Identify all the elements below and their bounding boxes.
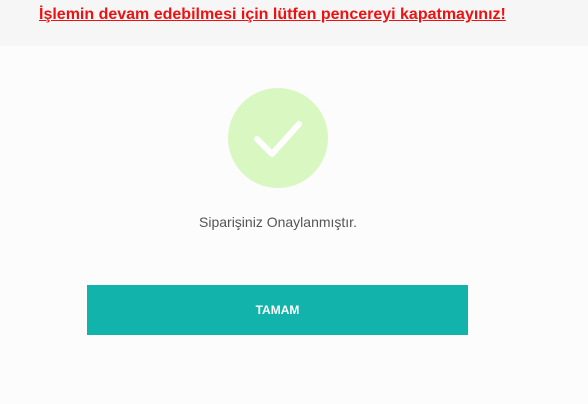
success-status-icon bbox=[228, 88, 328, 188]
warning-message: İşlemin devam edebilmesi için lütfen pen… bbox=[39, 6, 506, 23]
checkmark-icon bbox=[254, 121, 302, 157]
confirmation-message: Siparişiniz Onaylanmıştır. bbox=[199, 214, 357, 230]
ok-button[interactable]: TAMAM bbox=[87, 285, 468, 335]
